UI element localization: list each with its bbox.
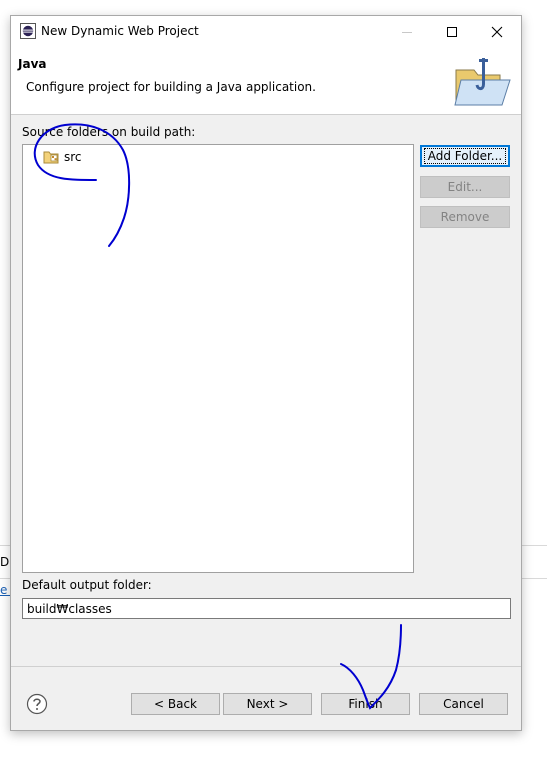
eclipse-app-icon — [20, 23, 36, 39]
finish-button-label: Finish — [348, 697, 383, 711]
tree-item-label: src — [64, 150, 82, 164]
page-title: Java — [18, 57, 47, 71]
remove-button-label: Remove — [440, 210, 490, 224]
new-project-dialog: New Dynamic Web Project Java Configure p… — [10, 15, 522, 731]
edit-button-label: Edit... — [447, 180, 483, 194]
add-folder-button[interactable]: Add Folder... — [420, 145, 510, 167]
remove-button[interactable]: Remove — [420, 206, 510, 228]
window-title: New Dynamic Web Project — [41, 24, 199, 38]
close-button[interactable] — [474, 16, 519, 48]
cancel-button-label: Cancel — [443, 697, 484, 711]
maximize-button[interactable] — [429, 16, 474, 48]
minimize-icon — [401, 32, 412, 33]
java-folder-wizard-icon — [454, 58, 511, 106]
output-folder-field[interactable] — [22, 598, 511, 619]
next-button[interactable]: Next > — [223, 693, 312, 715]
tree-item-src[interactable]: src — [43, 149, 82, 165]
footer-separator — [11, 666, 521, 667]
minimize-button[interactable] — [384, 16, 429, 48]
output-folder-label: Default output folder: — [22, 578, 152, 592]
maximize-icon — [446, 27, 457, 37]
package-folder-icon — [43, 151, 59, 164]
title-bar: New Dynamic Web Project — [11, 16, 521, 48]
page-description: Configure project for building a Java ap… — [26, 80, 316, 94]
cancel-button[interactable]: Cancel — [419, 693, 508, 715]
next-button-label: Next > — [246, 697, 289, 711]
source-folders-tree[interactable]: src — [22, 144, 414, 573]
back-button[interactable]: < Back — [131, 693, 220, 715]
add-folder-button-label: Add Folder... — [423, 148, 507, 164]
close-icon — [491, 26, 502, 38]
edit-button[interactable]: Edit... — [420, 176, 510, 198]
finish-button[interactable]: Finish — [321, 693, 410, 715]
back-button-label: < Back — [153, 697, 197, 711]
help-icon[interactable] — [26, 693, 48, 715]
source-folders-label: Source folders on build path: — [22, 125, 196, 139]
wizard-banner: Java Configure project for building a Ja… — [11, 48, 521, 115]
